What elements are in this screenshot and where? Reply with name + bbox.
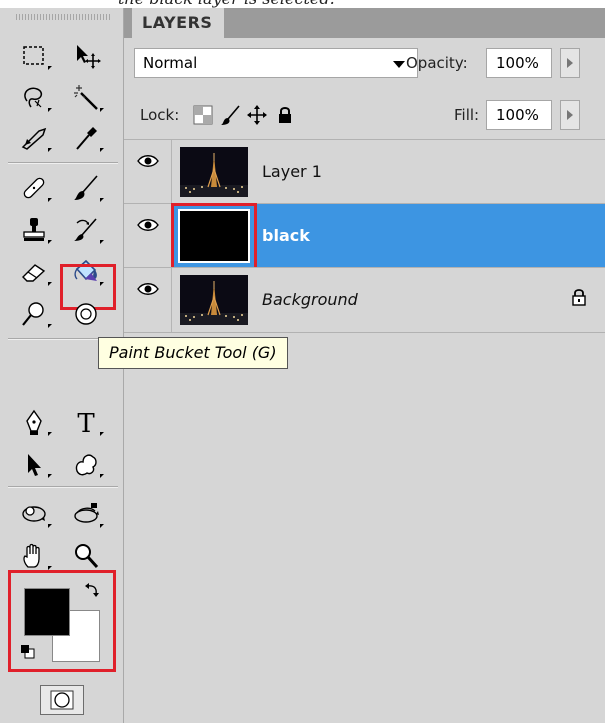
lock-icon: [279, 107, 291, 123]
brush-icon: [221, 105, 240, 125]
layer-name: Layer 1: [262, 162, 322, 181]
eye-icon: [136, 283, 159, 295]
color-swatches-highlight: [8, 570, 116, 672]
fill-slider-button[interactable]: [560, 100, 580, 130]
type-tool[interactable]: T: [64, 402, 108, 442]
caption-text: the black layer is selected.: [118, 0, 335, 8]
lock-label: Lock:: [140, 106, 180, 124]
layer-name: black: [262, 226, 310, 245]
3d-orbit-icon: [74, 503, 99, 523]
crop-icon: [21, 127, 47, 150]
lock-image-pixels-button[interactable]: [218, 102, 244, 128]
tool-separator: [8, 486, 118, 488]
eiffel-tower-thumbnail: [180, 275, 248, 325]
toolbox-grip[interactable]: [16, 14, 110, 20]
healing-brush-tool[interactable]: [12, 168, 56, 208]
3d-rotate-icon: [22, 506, 46, 522]
fill-field[interactable]: 100%: [486, 100, 552, 130]
3d-orbit-tool[interactable]: [64, 494, 108, 534]
eraser-icon: [22, 264, 46, 282]
chevron-down-icon: [393, 61, 405, 68]
fill-label: Fill:: [454, 106, 480, 124]
lasso-icon: [24, 87, 43, 108]
pen-tool[interactable]: [12, 402, 56, 442]
path-selection-tool[interactable]: [12, 444, 56, 484]
magic-wand-tool[interactable]: [64, 78, 108, 118]
lock-icon: [572, 289, 586, 306]
visibility-toggle[interactable]: [124, 140, 172, 204]
lock-row: Lock: Fill: 100%: [124, 98, 605, 136]
marquee-icon: [23, 46, 44, 65]
blend-mode-select[interactable]: Normal: [134, 48, 418, 78]
eye-icon: [136, 219, 159, 231]
brush-icon: [74, 175, 98, 200]
layer-row[interactable]: Layer 1: [124, 139, 605, 204]
history-brush-tool[interactable]: [64, 210, 108, 250]
zoom-icon: [75, 544, 99, 569]
quick-mask-button[interactable]: [40, 685, 84, 715]
thumbnail-highlight: [171, 203, 257, 271]
dodge-icon: [22, 302, 44, 326]
clone-stamp-tool[interactable]: [12, 210, 56, 250]
layers-divider: [124, 332, 605, 333]
dodge-tool[interactable]: [12, 294, 56, 334]
path-selection-icon: [28, 454, 41, 476]
lock-all-button[interactable]: [272, 102, 298, 128]
blend-mode-value: Normal: [143, 54, 198, 72]
custom-shape-tool[interactable]: [64, 444, 108, 484]
lasso-tool[interactable]: [12, 78, 56, 118]
eiffel-tower-thumbnail: [180, 147, 248, 197]
move-tool[interactable]: [64, 36, 108, 76]
blend-row: Normal Opacity: 100%: [124, 46, 605, 84]
checkerboard-icon: [193, 105, 213, 125]
custom-shape-icon: [75, 454, 97, 476]
history-brush-icon: [74, 218, 97, 241]
marquee-tool[interactable]: [12, 36, 56, 76]
brush-tool[interactable]: [64, 168, 108, 208]
lock-position-button[interactable]: [244, 102, 270, 128]
svg-text:T: T: [77, 409, 95, 437]
eyedropper-tool[interactable]: [64, 118, 108, 158]
eraser-tool[interactable]: [12, 252, 56, 292]
visibility-toggle[interactable]: [124, 268, 172, 332]
hand-icon: [23, 543, 40, 568]
tool-separator: [8, 162, 118, 164]
layer-thumbnail: [180, 147, 248, 197]
opacity-field[interactable]: 100%: [486, 48, 552, 78]
eye-icon: [136, 155, 159, 167]
quick-mask-icon: [50, 690, 74, 710]
eyedropper-icon: [76, 127, 97, 150]
crop-tool[interactable]: [12, 118, 56, 158]
layer-name: Background: [262, 290, 358, 309]
layer-row[interactable]: Background: [124, 267, 605, 332]
tab-layers[interactable]: LAYERS: [132, 8, 224, 38]
type-icon: T: [77, 409, 95, 437]
move-icon: [247, 105, 267, 125]
3d-rotate-tool[interactable]: [12, 494, 56, 534]
move-icon: [77, 45, 101, 69]
blur-tool[interactable]: [64, 294, 108, 334]
visibility-toggle[interactable]: [124, 204, 172, 268]
clone-stamp-icon: [23, 218, 45, 241]
magic-wand-icon: [74, 85, 98, 110]
blur-icon: [75, 303, 97, 325]
opacity-slider-button[interactable]: [560, 48, 580, 78]
lock-transparent-pixels-button[interactable]: [190, 102, 216, 128]
pen-icon: [26, 409, 42, 435]
layer-thumbnail: [180, 275, 248, 325]
healing-brush-icon: [23, 177, 45, 199]
panel-tab-bar: LAYERS: [124, 8, 605, 38]
opacity-label: Opacity:: [406, 54, 468, 72]
tooltip: Paint Bucket Tool (G): [98, 337, 288, 369]
